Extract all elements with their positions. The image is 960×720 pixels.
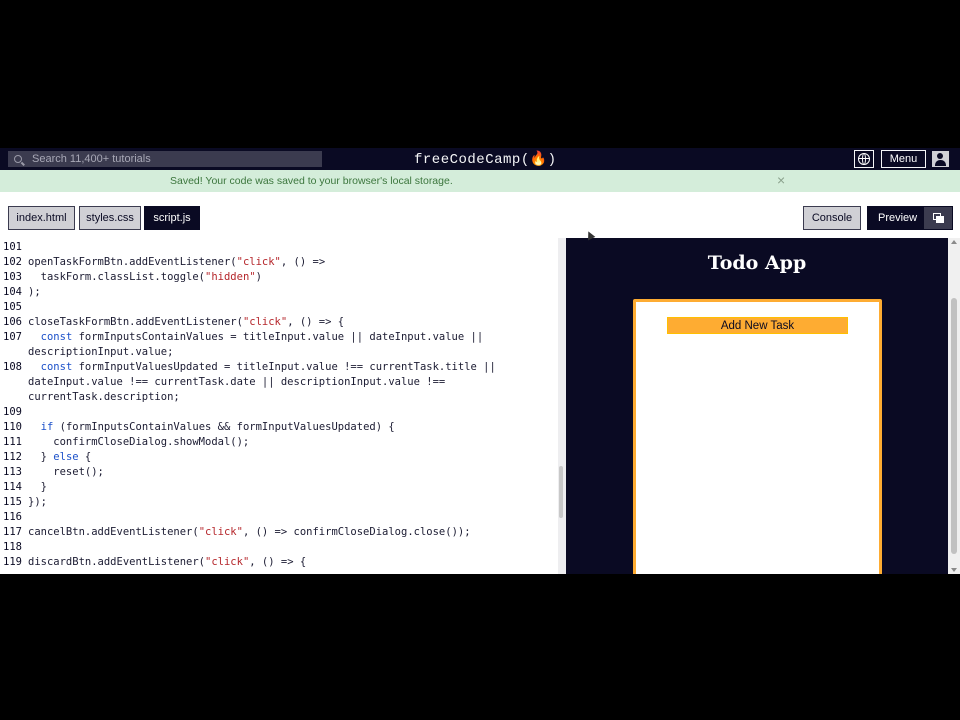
line-number: 103 <box>3 271 22 283</box>
brand-logo[interactable]: freeCodeCamp(🔥) <box>414 151 557 168</box>
code-text: const formInputValuesUpdated = titleInpu… <box>40 361 496 373</box>
avatar[interactable] <box>932 151 949 167</box>
scrollbar-thumb[interactable] <box>951 298 957 554</box>
code-text: cancelBtn.addEventListener("click", () =… <box>28 526 471 538</box>
tab-script-js[interactable]: script.js <box>144 206 200 230</box>
line-number: 117 <box>3 526 22 538</box>
line-number: 105 <box>3 301 22 313</box>
code-text: if (formInputsContainValues && formInput… <box>40 421 395 433</box>
search-icon <box>14 155 22 163</box>
code-text: openTaskFormBtn.addEventListener("click"… <box>28 256 326 268</box>
top-navbar: freeCodeCamp(🔥) Menu <box>0 148 960 170</box>
line-number: 111 <box>3 436 22 448</box>
scroll-up-icon[interactable] <box>951 240 957 244</box>
flash-message: Saved! Your code was saved to your brows… <box>0 170 960 192</box>
code-text: reset(); <box>28 466 104 478</box>
menu-button[interactable]: Menu <box>881 150 926 168</box>
code-text: const formInputsContainValues = titleInp… <box>40 331 484 343</box>
preview-button-label: Preview <box>878 212 918 224</box>
code-editor[interactable]: 101 102 openTaskFormBtn.addEventListener("… <box>0 238 558 574</box>
console-button[interactable]: Console <box>803 206 861 230</box>
search-input[interactable] <box>32 153 302 165</box>
editor-scrollbar[interactable] <box>559 466 563 518</box>
code-text: currentTask.description; <box>28 391 180 403</box>
editor-tab-bar: index.html styles.css script.js Console … <box>0 192 960 238</box>
close-icon[interactable]: × <box>777 173 785 187</box>
line-number: 112 <box>3 451 22 463</box>
code-text: } else { <box>28 451 92 463</box>
code-text: confirmCloseDialog.showModal(); <box>28 436 250 448</box>
line-number: 118 <box>3 541 22 553</box>
add-new-task-button[interactable]: Add New Task <box>667 317 848 334</box>
language-button[interactable] <box>854 150 874 168</box>
line-number: 108 <box>3 361 22 373</box>
code-text: } <box>28 481 47 493</box>
code-text: closeTaskFormBtn.addEventListener("click… <box>28 316 345 328</box>
code-text: dateInput.value !== currentTask.date || … <box>28 376 446 388</box>
line-number: 114 <box>3 481 22 493</box>
line-number: 116 <box>3 511 22 523</box>
line-number: 113 <box>3 466 22 478</box>
preview-scrollbar[interactable] <box>948 238 960 574</box>
line-number: 104 <box>3 286 22 298</box>
line-number: 119 <box>3 556 22 568</box>
code-text: discardBtn.addEventListener("click", () … <box>28 556 307 568</box>
line-number: 102 <box>3 256 22 268</box>
globe-icon <box>858 153 870 165</box>
preview-button[interactable]: Preview <box>867 206 953 230</box>
line-number: 107 <box>3 331 22 343</box>
tab-index-html[interactable]: index.html <box>8 206 75 230</box>
todo-card: Add New Task <box>633 299 882 574</box>
search-box[interactable] <box>8 151 322 167</box>
code-text: ); <box>28 286 41 298</box>
line-number: 115 <box>3 496 22 508</box>
code-text: taskForm.classList.toggle("hidden") <box>28 271 262 283</box>
scroll-down-icon[interactable] <box>951 568 957 572</box>
line-number: 110 <box>3 421 22 433</box>
popout-icon[interactable] <box>924 207 952 229</box>
line-number: 109 <box>3 406 22 418</box>
line-number: 106 <box>3 316 22 328</box>
line-number: 101 <box>3 241 22 253</box>
fcc-editor-app: freeCodeCamp(🔥) Menu Saved! Your code wa… <box>0 148 960 574</box>
preview-pane: Todo App Add New Task <box>566 238 948 574</box>
todo-app-title: Todo App <box>707 252 807 274</box>
flash-message-text: Saved! Your code was saved to your brows… <box>170 175 453 187</box>
pane-splitter[interactable] <box>558 238 566 574</box>
code-text: descriptionInput.value; <box>28 346 174 358</box>
tab-styles-css[interactable]: styles.css <box>79 206 141 230</box>
code-text: }); <box>28 496 47 508</box>
